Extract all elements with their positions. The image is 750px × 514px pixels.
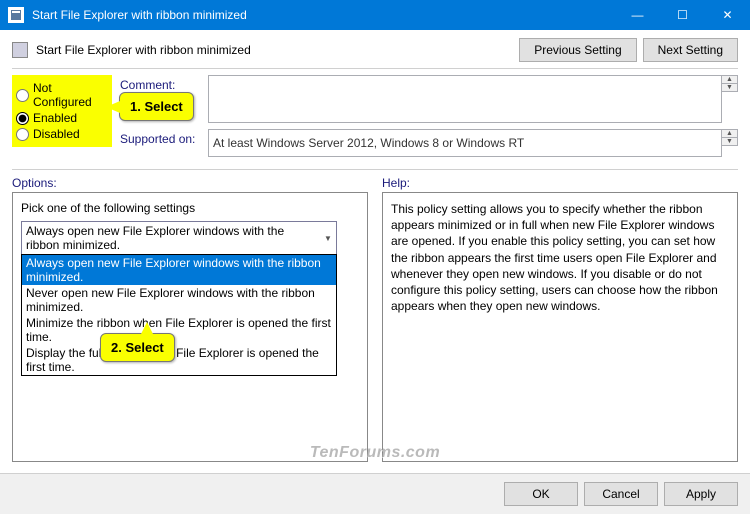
options-label: Options: — [12, 176, 368, 190]
minimize-button[interactable]: — — [615, 0, 660, 30]
comment-input[interactable] — [208, 75, 722, 123]
callout-2: 2. Select — [100, 333, 175, 362]
previous-setting-button[interactable]: Previous Setting — [519, 38, 636, 62]
divider — [12, 68, 738, 69]
supported-value: At least Windows Server 2012, Windows 8 … — [208, 129, 722, 157]
chevron-down-icon: ▼ — [321, 223, 335, 253]
options-select[interactable]: Always open new File Explorer windows wi… — [21, 221, 337, 255]
apply-button[interactable]: Apply — [664, 482, 738, 506]
policy-title: Start File Explorer with ribbon minimize… — [36, 43, 251, 57]
window-title: Start File Explorer with ribbon minimize… — [32, 8, 615, 22]
radio-disabled-input[interactable] — [16, 128, 29, 141]
radio-disabled[interactable]: Disabled — [16, 127, 108, 141]
radio-group: Not Configured Enabled Disabled — [12, 75, 112, 147]
ok-button[interactable]: OK — [504, 482, 578, 506]
dropdown-item[interactable]: Minimize the ribbon when File Explorer i… — [22, 315, 336, 345]
radio-enabled[interactable]: Enabled — [16, 111, 108, 125]
close-button[interactable]: ✕ — [705, 0, 750, 30]
comment-scroll[interactable]: ▲▼ — [722, 75, 738, 92]
policy-icon-small — [8, 7, 24, 23]
help-text: This policy setting allows you to specif… — [391, 201, 729, 314]
options-prompt: Pick one of the following settings — [21, 201, 359, 215]
supported-scroll[interactable]: ▲▼ — [722, 129, 738, 146]
maximize-button[interactable]: ☐ — [660, 0, 705, 30]
radio-not-configured[interactable]: Not Configured — [16, 81, 108, 109]
help-label: Help: — [382, 176, 738, 190]
next-setting-button[interactable]: Next Setting — [643, 38, 738, 62]
dropdown-item[interactable]: Never open new File Explorer windows wit… — [22, 285, 336, 315]
dropdown-item[interactable]: Display the full ribbon when File Explor… — [22, 345, 336, 375]
help-panel: This policy setting allows you to specif… — [382, 192, 738, 462]
radio-not-configured-input[interactable] — [16, 89, 29, 102]
cancel-button[interactable]: Cancel — [584, 482, 658, 506]
options-dropdown: Always open new File Explorer windows wi… — [21, 254, 337, 376]
callout-1: 1. Select — [119, 92, 194, 121]
radio-enabled-input[interactable] — [16, 112, 29, 125]
supported-label: Supported on: — [120, 129, 208, 146]
titlebar: Start File Explorer with ribbon minimize… — [0, 0, 750, 30]
options-panel: Pick one of the following settings Alway… — [12, 192, 368, 462]
dropdown-item[interactable]: Always open new File Explorer windows wi… — [22, 255, 336, 285]
footer: OK Cancel Apply — [0, 473, 750, 514]
policy-icon — [12, 42, 28, 58]
divider-2 — [12, 169, 738, 170]
comment-label: Comment: — [120, 75, 208, 92]
